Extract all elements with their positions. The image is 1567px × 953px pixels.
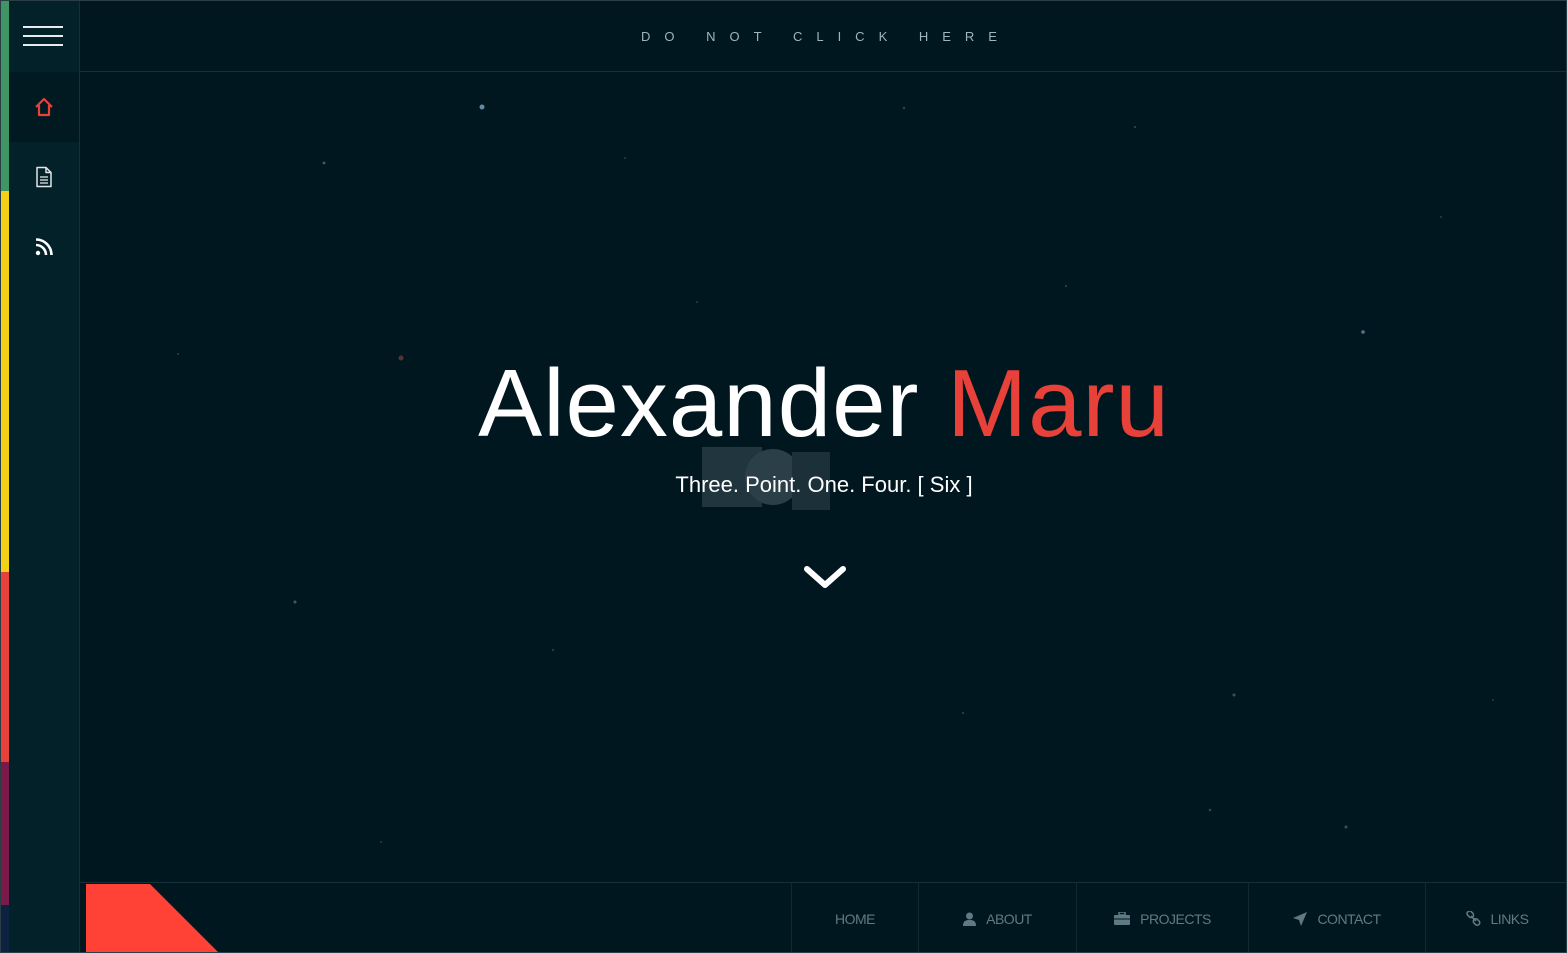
- strip-green: [1, 1, 9, 191]
- hero: Alexander Maru Three. Point. One. Four. …: [80, 356, 1566, 498]
- nav-home[interactable]: HOME: [791, 883, 918, 952]
- nav-home-label: HOME: [835, 910, 876, 927]
- nav-contact-label: CONTACT: [1317, 910, 1381, 927]
- strip-yellow: [1, 191, 9, 572]
- strip-red: [1, 572, 9, 762]
- menu-button[interactable]: [23, 23, 65, 49]
- nav-about-label: ABOUT: [986, 910, 1032, 927]
- page: DO NOT CLICK HERE Alexander Maru Three. …: [0, 0, 1567, 953]
- nav-links[interactable]: LINKS: [1425, 883, 1566, 952]
- chevron-down-icon[interactable]: [803, 563, 847, 591]
- strip-navy: [1, 905, 9, 952]
- paper-plane-icon: [1293, 911, 1308, 926]
- hero-first-name: Alexander: [478, 350, 920, 457]
- color-strip: [1, 1, 9, 952]
- nav-links-label: LINKS: [1490, 910, 1529, 927]
- nav-contact[interactable]: CONTACT: [1248, 883, 1425, 952]
- hero-title: Alexander Maru: [80, 356, 1566, 452]
- menu-line: [23, 26, 63, 28]
- corner-accent: [86, 884, 218, 952]
- do-not-click-link[interactable]: DO NOT CLICK HERE: [641, 29, 1011, 44]
- home-icon: [35, 97, 53, 117]
- bottom-bar: HOME ABOUT PROJECTS CONTACT LINKS: [80, 882, 1566, 952]
- bottom-nav: HOME ABOUT PROJECTS CONTACT LINKS: [791, 883, 1566, 952]
- nav-projects-label: PROJECTS: [1140, 910, 1211, 927]
- document-icon: [36, 166, 52, 188]
- briefcase-icon: [1114, 912, 1131, 925]
- rss-icon: [35, 238, 53, 256]
- sidebar: [9, 1, 80, 952]
- strip-purple: [1, 762, 9, 905]
- sidebar-item-document[interactable]: [9, 142, 79, 212]
- hero-last-name: Maru: [947, 350, 1170, 457]
- nav-about[interactable]: ABOUT: [918, 883, 1076, 952]
- menu-line: [23, 44, 63, 46]
- top-bar: DO NOT CLICK HERE: [80, 1, 1566, 72]
- hero-subtitle: Three. Point. One. Four. [ Six ]: [675, 472, 973, 497]
- sidebar-item-rss[interactable]: [9, 212, 79, 282]
- link-icon: [1465, 911, 1481, 926]
- sidebar-item-home[interactable]: [9, 72, 79, 142]
- user-icon: [963, 912, 977, 926]
- menu-line: [23, 35, 63, 37]
- nav-projects[interactable]: PROJECTS: [1076, 883, 1248, 952]
